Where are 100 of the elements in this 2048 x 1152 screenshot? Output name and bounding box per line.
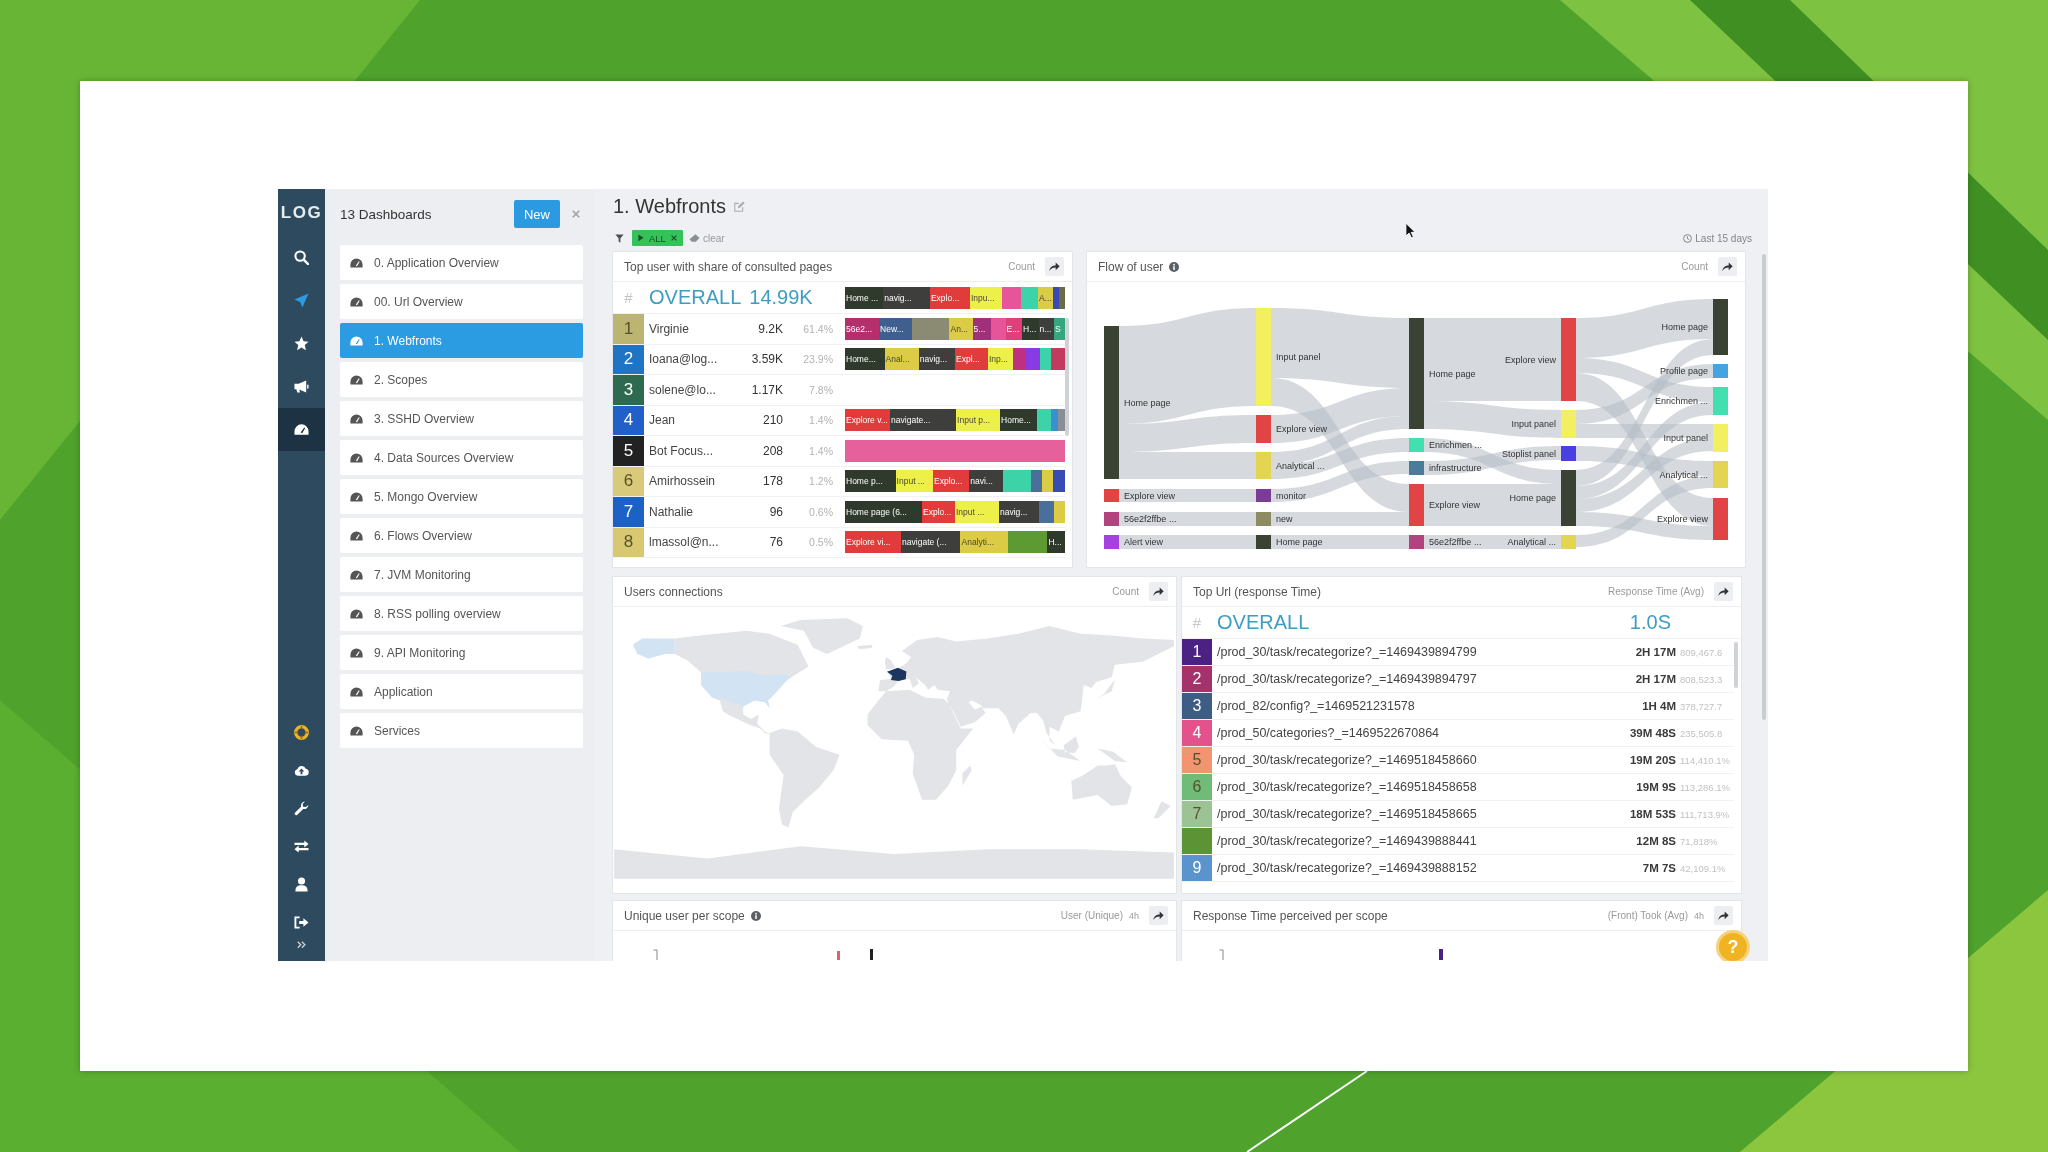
duration: 18M 53S	[1628, 808, 1676, 820]
duration: 7M 7S	[1641, 862, 1676, 874]
panel-title: Users connections	[624, 584, 723, 599]
response-value: 378,727.7	[1679, 700, 1724, 712]
rank-tile: 9	[1182, 855, 1212, 881]
user-name: Bot Focus...	[648, 443, 715, 458]
url-path: /prod_30/task/recategorize?_=1469518458665	[1216, 807, 1478, 821]
panel-title: Unique user per scope	[624, 908, 745, 923]
rank-tile: 6	[1182, 774, 1212, 800]
page-count: 210	[761, 413, 783, 428]
page-segment: An...	[949, 317, 973, 340]
page-segment: H...	[1047, 531, 1065, 554]
page-count: 96	[768, 504, 783, 519]
metric-label: Count	[1112, 586, 1139, 597]
page-segment: navi...	[969, 470, 1004, 493]
panel-title: Top user with share of consulted pages	[624, 259, 833, 274]
page-segment: navig...	[918, 348, 955, 371]
page-segment: navigate...	[890, 409, 957, 432]
url-path: /prod_30/task/recategorize?_=1469439894797	[1216, 672, 1478, 686]
share-percent: 0.6%	[808, 505, 833, 518]
interval-label: 4h	[1694, 910, 1704, 921]
page-count: 178	[761, 474, 783, 489]
overall-value: 1.0S	[1629, 611, 1671, 634]
panel-title: Response Time perceived per scope	[1193, 908, 1388, 923]
page-segment: Explore vi...	[845, 531, 902, 554]
page-segment: Inp...	[988, 348, 1014, 371]
duration: 2H 17M	[1634, 673, 1676, 685]
page-segment: 56e2...	[845, 317, 880, 340]
page-count: 76	[768, 535, 783, 550]
duration: 12M 8S	[1635, 835, 1676, 847]
user-name: Jean	[648, 413, 677, 428]
overall-label: OVERALL	[649, 286, 742, 309]
share-percent: 1.2%	[808, 475, 833, 488]
page-segment: Home...	[1000, 409, 1038, 432]
response-value: 111,713.9%	[1679, 808, 1731, 820]
duration: 39M 48S	[1628, 727, 1676, 739]
page-segment: Home p...	[845, 470, 896, 493]
page-segment: Input ...	[955, 500, 999, 523]
page-segment: S	[1053, 317, 1065, 340]
page-segment: Input p...	[956, 409, 1001, 432]
overall-value: 14.99K	[749, 286, 813, 309]
rank-tile: 8	[613, 527, 644, 557]
interval-label: 4h	[1129, 910, 1139, 921]
rank-tile: 4	[613, 405, 644, 435]
page-segment: Explore v...	[845, 409, 891, 432]
response-value: 809,467.6	[1679, 646, 1724, 658]
page-segment: Analyti...	[960, 531, 1008, 554]
response-value: 808,523.3	[1679, 673, 1724, 685]
overall-label: OVERALL	[1216, 611, 1311, 634]
page-count: 3.59K	[750, 352, 783, 367]
panel-title: Top Url (response Time)	[1193, 584, 1322, 599]
url-path: /prod_30/task/recategorize?_=1469518458658	[1216, 780, 1478, 794]
page-segment: Anal...	[884, 348, 919, 371]
url-path: /prod_30/task/recategorize?_=1469439888441	[1216, 834, 1478, 848]
rank-tile: 1	[1182, 639, 1212, 665]
panel-title: 13 Dashboards	[340, 206, 433, 222]
share-percent: 7.8%	[808, 383, 833, 396]
response-value: 42,109.1%	[1679, 862, 1727, 874]
metric-label: Response Time (Avg)	[1608, 586, 1704, 597]
share-percent: 1.4%	[808, 414, 833, 427]
page-segment: navigate (...	[901, 531, 961, 554]
page-count: 9.2K	[757, 321, 783, 336]
url-path: /prod_30/task/recategorize?_=1469439894799	[1216, 645, 1478, 659]
rank-tile: 5	[613, 436, 644, 466]
url-path: /prod_82/config?_=1469521231578	[1216, 699, 1416, 713]
page-segment: New...	[879, 317, 913, 340]
page-segment: Explo...	[922, 500, 955, 523]
user-name: Virginie	[648, 321, 690, 336]
duration: 1H 4M	[1641, 700, 1676, 712]
response-value: 113,286.1%	[1679, 781, 1731, 793]
page-segment: Explo...	[933, 470, 970, 493]
response-value: 71,818%	[1679, 835, 1719, 847]
page-segment: Home ...	[845, 286, 884, 309]
user-name: lmassol@n...	[648, 535, 720, 550]
hash-label: #	[623, 289, 634, 306]
rank-tile: 6	[613, 466, 644, 496]
page-segment: Inpu...	[969, 286, 1002, 309]
dashboard-title: 1. Webfronts	[613, 194, 727, 219]
page-segment: Home...	[845, 348, 885, 371]
user-name: Ioana@log...	[648, 352, 719, 367]
rank-tile: 3	[613, 375, 644, 405]
page-segment: 5...	[972, 317, 992, 340]
response-value: 114,410.1%	[1679, 754, 1731, 766]
panel-title: Flow of user	[1098, 259, 1164, 274]
page-segment: Expl...	[955, 348, 988, 371]
duration: 19M 9S	[1635, 781, 1676, 793]
rank-tile: 5	[1182, 747, 1212, 773]
rank-tile: 7	[1182, 801, 1212, 827]
page-segment: navig...	[999, 500, 1039, 523]
rank-tile: 2	[613, 344, 644, 374]
hash-label: #	[1191, 614, 1203, 631]
metric-label: Count	[1008, 261, 1035, 272]
rank-tile: 1	[613, 314, 644, 344]
rank-tile: 3	[1182, 693, 1212, 719]
user-name: Amirhossein	[648, 474, 717, 489]
metric-label: (Front) Took (Avg)	[1607, 910, 1688, 921]
metric-label: User (Unique)	[1060, 910, 1123, 921]
url-path: /prod_30/task/recategorize?_=1469439888152	[1216, 861, 1478, 875]
metric-label: Count	[1681, 261, 1708, 272]
page-count: 1.17K	[750, 382, 783, 397]
